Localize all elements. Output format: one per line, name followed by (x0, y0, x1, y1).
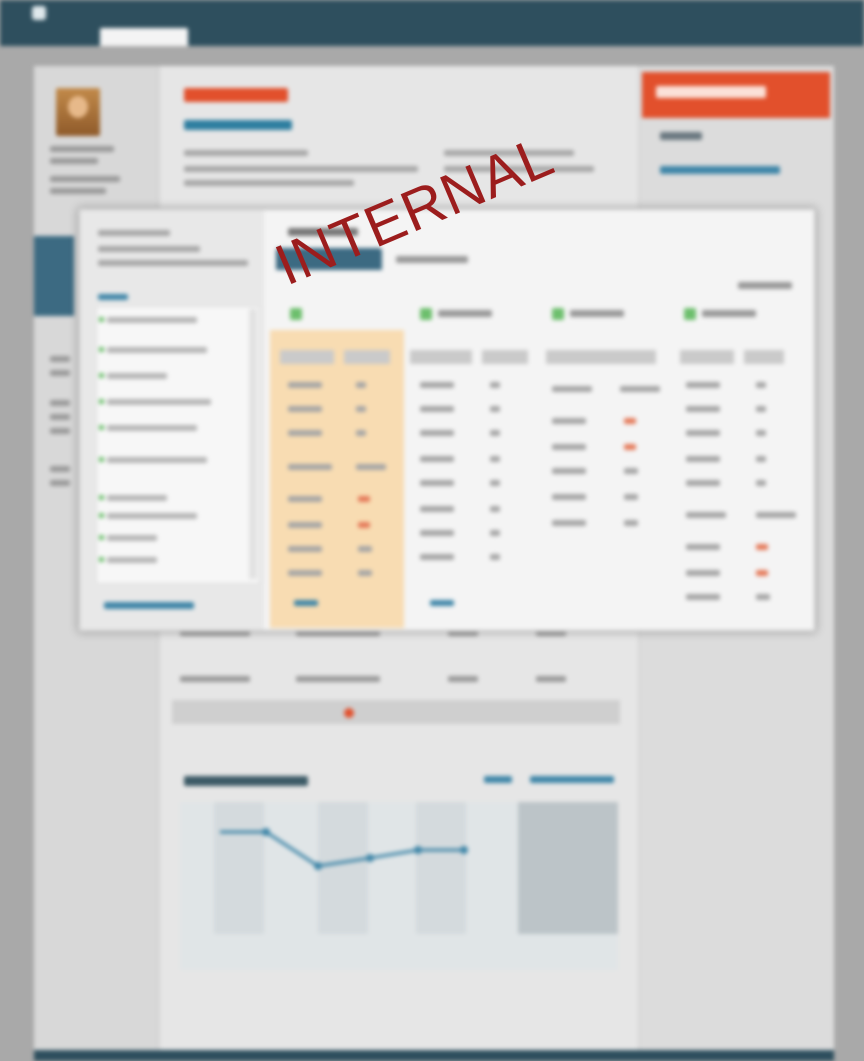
tree-node-icon[interactable] (99, 495, 167, 501)
legend-swatch-icon (552, 308, 564, 320)
highlighted-column (270, 330, 404, 628)
app-window (0, 0, 864, 1061)
right-panel-link[interactable] (660, 166, 780, 174)
panel-line (98, 230, 170, 236)
nav-tab-2[interactable] (100, 28, 188, 46)
tree-node-icon[interactable] (99, 373, 167, 379)
legend-swatch-icon (684, 308, 696, 320)
alert-dot-icon (344, 708, 354, 718)
panel-line (98, 246, 200, 252)
tree-node-icon[interactable] (99, 513, 197, 519)
dialog-side-link[interactable] (104, 602, 194, 609)
dialog-pager[interactable] (738, 282, 792, 289)
criteria-tree[interactable] (96, 306, 260, 584)
top-navigation-bar (0, 0, 864, 46)
right-panel-label (660, 132, 702, 140)
legend-swatch-icon (290, 308, 302, 320)
side-item (50, 370, 70, 376)
tree-node-icon[interactable] (99, 535, 157, 541)
trend-chart (180, 802, 618, 970)
nav-tab-1[interactable] (38, 28, 58, 46)
tree-scrollbar[interactable] (249, 309, 257, 579)
trend-link-2[interactable] (530, 776, 614, 783)
profile-name (50, 146, 114, 152)
side-item (50, 466, 70, 472)
footer-bar (34, 1050, 834, 1061)
table-row (172, 666, 624, 700)
record-subtitle (184, 116, 292, 130)
side-item (50, 414, 70, 420)
legend-swatch-icon (420, 308, 432, 320)
tree-node-icon[interactable] (99, 399, 211, 405)
info-line (184, 166, 418, 172)
record-title (184, 82, 288, 102)
panel-link[interactable] (98, 294, 128, 300)
profile-line (50, 158, 98, 164)
trend-link-1[interactable] (484, 776, 512, 783)
app-logo-icon[interactable] (32, 6, 46, 20)
tree-node-icon[interactable] (99, 425, 197, 431)
trend-line-svg (220, 828, 468, 870)
profile-line (50, 176, 120, 182)
tree-node-icon[interactable] (99, 457, 207, 463)
tree-node-icon[interactable] (99, 317, 197, 323)
panel-line (98, 260, 248, 266)
tree-node-icon[interactable] (99, 557, 157, 563)
side-item (50, 400, 70, 406)
nav-tab-3[interactable] (210, 28, 350, 46)
summary-bar (172, 700, 620, 724)
side-item (50, 480, 70, 486)
side-item (50, 428, 70, 434)
side-item (50, 356, 70, 362)
overlay-dialog (78, 208, 816, 632)
dialog-side-panel (80, 210, 264, 630)
info-line (184, 180, 354, 186)
profile-line (50, 188, 106, 194)
side-navigation[interactable] (34, 236, 74, 316)
tree-node-icon[interactable] (99, 347, 207, 353)
user-avatar (56, 88, 100, 136)
info-line (184, 150, 308, 156)
trend-section-title (184, 774, 308, 786)
alert-banner[interactable] (642, 72, 830, 118)
